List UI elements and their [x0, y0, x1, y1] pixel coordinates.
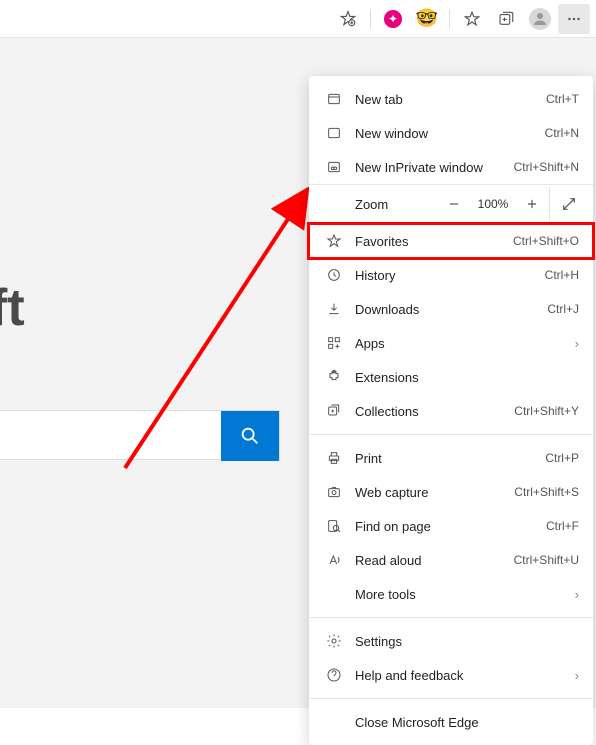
menu-shortcut: Ctrl+Shift+U [514, 553, 579, 567]
menu-history[interactable]: History Ctrl+H [309, 258, 593, 292]
menu-new-inprivate[interactable]: New InPrivate window Ctrl+Shift+N [309, 150, 593, 184]
menu-shortcut: Ctrl+J [547, 302, 579, 316]
menu-label: Find on page [355, 519, 546, 534]
chevron-right-icon: › [575, 336, 579, 351]
menu-label: Downloads [355, 302, 547, 317]
menu-new-window[interactable]: New window Ctrl+N [309, 116, 593, 150]
menu-label: Collections [355, 404, 514, 419]
browser-toolbar: ✦ 🤓 [0, 0, 596, 38]
chevron-right-icon: › [575, 587, 579, 602]
menu-more-tools[interactable]: More tools › [309, 577, 593, 611]
zoom-in-button[interactable] [515, 187, 549, 221]
menu-extensions[interactable]: Extensions [309, 360, 593, 394]
print-icon [323, 450, 345, 466]
read-aloud-icon [323, 552, 345, 568]
menu-collections[interactable]: Collections Ctrl+Shift+Y [309, 394, 593, 428]
chevron-right-icon: › [575, 668, 579, 683]
menu-label: Settings [355, 634, 579, 649]
search-button[interactable] [221, 411, 279, 461]
help-icon [323, 667, 345, 683]
menu-new-tab[interactable]: New tab Ctrl+T [309, 82, 593, 116]
menu-label: Extensions [355, 370, 579, 385]
find-icon [323, 518, 345, 534]
menu-shortcut: Ctrl+H [545, 268, 579, 282]
extension-smiley-icon[interactable]: 🤓 [411, 4, 443, 34]
apps-icon [323, 335, 345, 351]
inprivate-icon [323, 159, 345, 175]
menu-shortcut: Ctrl+Shift+O [513, 234, 579, 248]
menu-label: Help and feedback [355, 668, 575, 683]
menu-label: New InPrivate window [355, 160, 514, 175]
extensions-icon [323, 369, 345, 385]
menu-settings[interactable]: Settings [309, 624, 593, 658]
menu-label: New window [355, 126, 545, 141]
zoom-value: 100% [471, 197, 515, 211]
menu-shortcut: Ctrl+Shift+N [514, 160, 579, 174]
web-capture-icon [323, 484, 345, 500]
menu-shortcut: Ctrl+F [546, 519, 579, 533]
menu-find[interactable]: Find on page Ctrl+F [309, 509, 593, 543]
menu-downloads[interactable]: Downloads Ctrl+J [309, 292, 593, 326]
menu-print[interactable]: Print Ctrl+P [309, 441, 593, 475]
menu-shortcut: Ctrl+P [545, 451, 579, 465]
new-tab-icon [323, 91, 345, 107]
menu-label: Print [355, 451, 545, 466]
menu-apps[interactable]: Apps › [309, 326, 593, 360]
menu-label: Favorites [355, 234, 513, 249]
favorites-button[interactable] [456, 4, 488, 34]
fullscreen-button[interactable] [549, 187, 587, 221]
menu-zoom: Zoom 100% [309, 184, 593, 224]
collections-icon [323, 403, 345, 419]
menu-label: History [355, 268, 545, 283]
menu-shortcut: Ctrl+T [546, 92, 579, 106]
menu-shortcut: Ctrl+Shift+S [514, 485, 579, 499]
menu-shortcut: Ctrl+N [545, 126, 579, 140]
zoom-out-button[interactable] [437, 187, 471, 221]
collections-button[interactable] [490, 4, 522, 34]
menu-label: More tools [355, 587, 575, 602]
settings-more-button[interactable] [558, 4, 590, 34]
menu-divider [309, 434, 593, 435]
toolbar-separator [449, 9, 450, 29]
page-brand-fragment: ft [0, 278, 25, 338]
menu-read-aloud[interactable]: Read aloud Ctrl+Shift+U [309, 543, 593, 577]
menu-close-edge[interactable]: Close Microsoft Edge [309, 705, 593, 739]
menu-label: Web capture [355, 485, 514, 500]
search-bar[interactable] [0, 410, 280, 460]
downloads-icon [323, 301, 345, 317]
menu-divider [309, 698, 593, 699]
page-content: ft New tab Ctrl+T New window Ctrl+N New … [0, 38, 596, 708]
history-icon [323, 267, 345, 283]
menu-favorites[interactable]: Favorites Ctrl+Shift+O [309, 224, 593, 258]
menu-label: Close Microsoft Edge [355, 715, 579, 730]
menu-label: New tab [355, 92, 546, 107]
toolbar-separator [370, 9, 371, 29]
menu-divider [309, 617, 593, 618]
menu-shortcut: Ctrl+Shift+Y [514, 404, 579, 418]
zoom-label: Zoom [355, 197, 437, 212]
settings-menu: New tab Ctrl+T New window Ctrl+N New InP… [309, 76, 593, 745]
add-favorite-button[interactable] [332, 4, 364, 34]
menu-label: Apps [355, 336, 575, 351]
favorites-icon [323, 233, 345, 249]
profile-button[interactable] [524, 4, 556, 34]
menu-help[interactable]: Help and feedback › [309, 658, 593, 692]
menu-web-capture[interactable]: Web capture Ctrl+Shift+S [309, 475, 593, 509]
extension-pink-icon[interactable]: ✦ [377, 4, 409, 34]
new-window-icon [323, 125, 345, 141]
menu-label: Read aloud [355, 553, 514, 568]
settings-icon [323, 633, 345, 649]
